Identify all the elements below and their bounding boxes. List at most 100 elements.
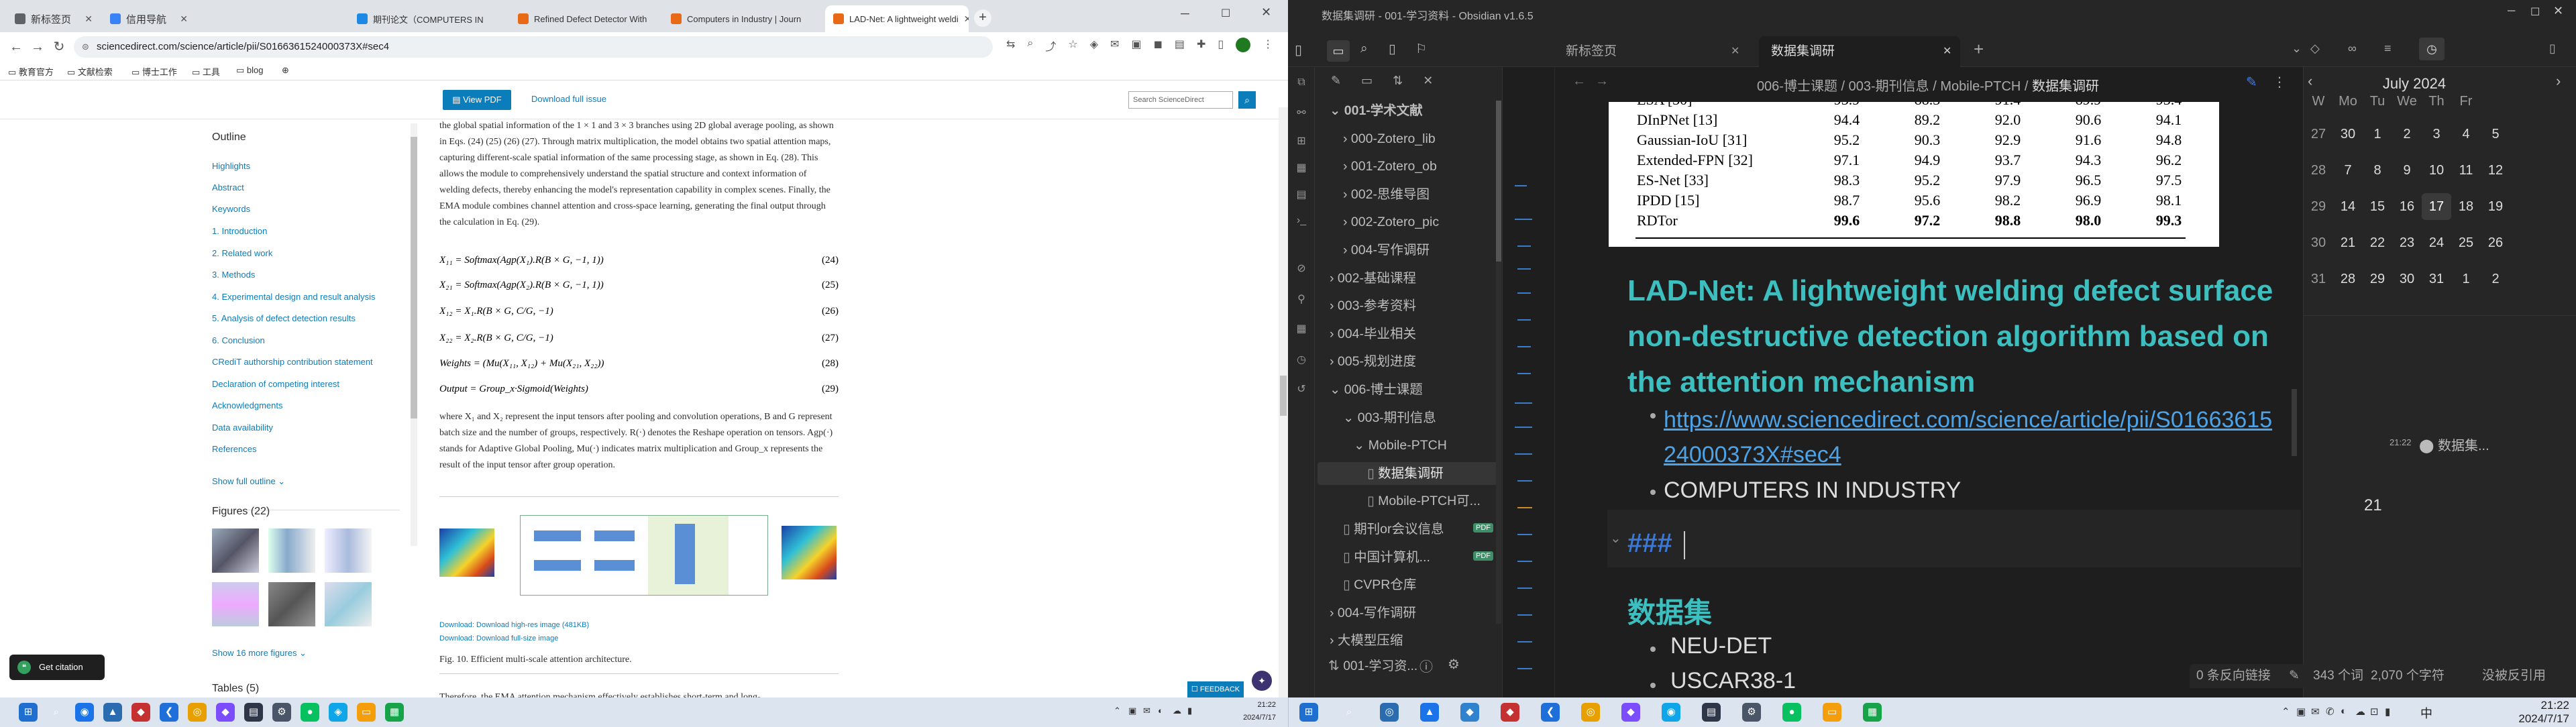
reload-icon[interactable]: ↻ (51, 39, 67, 55)
back-icon[interactable]: ← (8, 39, 24, 55)
feedback-button[interactable]: ☐ FEEDBACK (1187, 681, 1244, 697)
browser-tab-4[interactable]: Refined Defect Detector With✕ (510, 5, 653, 32)
chrome-icon[interactable]: ◎ (1581, 703, 1600, 722)
view-pdf-button[interactable]: ▤ View PDF (443, 90, 511, 110)
outline-item[interactable]: Abstract (212, 182, 244, 192)
sync-icon[interactable]: ↺ (1295, 382, 1308, 396)
wechat-icon[interactable]: ● (1782, 703, 1801, 722)
tray-icon[interactable]: ✉ (2311, 706, 2320, 718)
extension-icon[interactable]: ✉ (1110, 38, 1119, 54)
excel-icon[interactable]: ▦ (1863, 703, 1882, 722)
tray-icon[interactable]: ☁ (2355, 706, 2365, 718)
article-link[interactable]: https://www.sciencedirect.com/science/ar… (1664, 402, 2281, 472)
calendar-day[interactable]: 4 (2451, 121, 2481, 148)
globe-icon[interactable]: ⊕ (282, 65, 289, 76)
right-sidebar-icon[interactable]: ▯ (2549, 42, 2556, 56)
tray-icon[interactable]: ▣ (1128, 706, 1136, 716)
folder-icon[interactable]: ▭ (357, 703, 376, 722)
calendar-day[interactable]: 30 (2333, 121, 2363, 148)
calendar-day[interactable]: 15 (2363, 193, 2392, 220)
new-tab-button[interactable]: + (974, 9, 991, 27)
vscode-icon[interactable]: ❮ (160, 703, 178, 722)
new-tab-icon[interactable]: + (1974, 39, 1984, 60)
list-icon[interactable]: ≡ (2384, 42, 2392, 56)
close-icon[interactable]: ✕ (79, 13, 93, 25)
new-folder-icon[interactable]: ▭ (1361, 74, 1373, 88)
calendar-day[interactable]: 17 (2422, 193, 2451, 220)
forward-icon[interactable]: → (30, 39, 46, 55)
maximize-icon[interactable]: ☐ (2530, 5, 2540, 19)
canvas-icon[interactable]: ⊞ (1295, 134, 1308, 148)
calendar-day[interactable]: 9 (2392, 157, 2422, 184)
folder-item[interactable]: ⌄ 003-期刊信息 (1318, 406, 1497, 429)
collapse-icon[interactable]: ✕ (1423, 74, 1433, 88)
vscode-icon[interactable]: ❮ (1541, 703, 1560, 722)
close-window-icon[interactable]: ✕ (1261, 5, 1271, 19)
folder-item[interactable]: › 001-Zotero_ob (1318, 155, 1497, 178)
outline-item[interactable]: Acknowledgments (212, 400, 283, 410)
calendar-day[interactable]: 3 (2422, 121, 2451, 148)
star-icon[interactable]: ☆ (1068, 38, 1077, 54)
folder-item[interactable]: › 000-Zotero_lib (1318, 127, 1497, 150)
app-icon[interactable]: ◆ (131, 703, 150, 722)
profile-avatar[interactable] (1236, 38, 1251, 52)
app-icon[interactable]: ◆ (1501, 703, 1519, 722)
tray-icon[interactable]: ⌃ (2282, 706, 2290, 718)
tray-icon[interactable]: ✉ (1143, 706, 1150, 716)
link-icon[interactable]: ∞ (2348, 42, 2357, 56)
outline-item[interactable]: 2. Related work (212, 248, 272, 258)
folder-item[interactable]: › 005-规划进度 (1318, 350, 1497, 373)
edit-mode-icon[interactable]: ✎ (2246, 74, 2257, 91)
calendar-day[interactable]: 10 (2422, 157, 2451, 184)
file-item[interactable]: ▯ CVPR仓库 (1318, 573, 1497, 596)
outline-item[interactable]: Declaration of competing interest (212, 379, 339, 389)
tray-icon[interactable]: ▮ (2385, 706, 2390, 718)
extension-icon[interactable]: ▤ (1175, 38, 1185, 54)
settings-icon[interactable]: ⚙ (1448, 656, 1460, 673)
terminal-icon[interactable]: ›_ (1295, 215, 1308, 228)
timeline-entry[interactable]: ⬤ 数据集... (2419, 435, 2489, 454)
breadcrumb-item[interactable]: Mobile-PTCH (1940, 79, 2021, 94)
close-icon[interactable]: ✕ (484, 13, 487, 25)
zoom-icon[interactable]: ⌕ (1027, 38, 1033, 54)
outline-item[interactable]: 5. Analysis of defect detection results (212, 313, 356, 323)
heading-marker[interactable]: ### (1627, 528, 1672, 559)
chevron-right-icon[interactable]: › (2556, 72, 2561, 90)
tray-icon[interactable]: ◐ (2341, 706, 2347, 717)
figure-ema-architecture[interactable] (439, 502, 839, 604)
close-icon[interactable]: ✕ (801, 13, 806, 25)
outline-item[interactable]: 3. Methods (212, 270, 255, 280)
tray-icon[interactable]: ⊡ (2370, 706, 2379, 718)
template-icon[interactable]: ▤ (1295, 188, 1308, 201)
folder-item[interactable]: ⌄ Mobile-PTCH (1318, 434, 1497, 457)
close-window-icon[interactable]: ✕ (2553, 4, 2563, 18)
bookmark-item[interactable]: ▭ 教育官方 (8, 65, 54, 78)
clock-right[interactable]: 21:22 2024/7/17 (2496, 699, 2569, 726)
browser-tab-5[interactable]: Computers in Industry | Journ✕ (663, 5, 806, 32)
app-icon[interactable]: ▲ (103, 703, 122, 722)
calendar-day[interactable]: 11 (2451, 157, 2481, 184)
outline-item[interactable]: Highlights (212, 161, 250, 171)
active-line[interactable] (1607, 510, 2301, 567)
figure-thumbnail[interactable] (325, 582, 372, 626)
figure-thumbnail[interactable] (212, 582, 259, 626)
outline-scrollbar[interactable] (411, 123, 417, 546)
close-icon[interactable]: ✕ (1943, 44, 1951, 58)
app-icon[interactable]: ◎ (1380, 703, 1399, 722)
ime-indicator[interactable]: 中 (2420, 704, 2432, 722)
show-outline-link[interactable]: Show full outline ⌄ (212, 476, 285, 487)
outline-item[interactable]: References (212, 444, 256, 454)
excel-icon[interactable]: ▦ (385, 703, 404, 722)
get-citation-button[interactable]: ❝ Get citation (9, 655, 105, 680)
clock-left[interactable]: 21:22 2024/7/17 (1216, 699, 1276, 724)
calendar-day[interactable]: 28 (2333, 266, 2363, 292)
assistant-icon[interactable]: ✦ (1252, 671, 1272, 691)
obsidian-icon[interactable]: ◆ (216, 703, 235, 722)
minimize-icon[interactable]: ─ (1181, 7, 1189, 21)
history-icon[interactable]: ◷ (1295, 353, 1308, 366)
wechat-icon[interactable]: ● (301, 703, 319, 722)
bookmark-item[interactable]: ▭ 工具 (192, 65, 220, 78)
figure-thumbnail[interactable] (268, 582, 315, 626)
app-icon[interactable]: ▲ (1420, 703, 1439, 722)
windows-start-icon[interactable]: ⊞ (1299, 703, 1318, 722)
